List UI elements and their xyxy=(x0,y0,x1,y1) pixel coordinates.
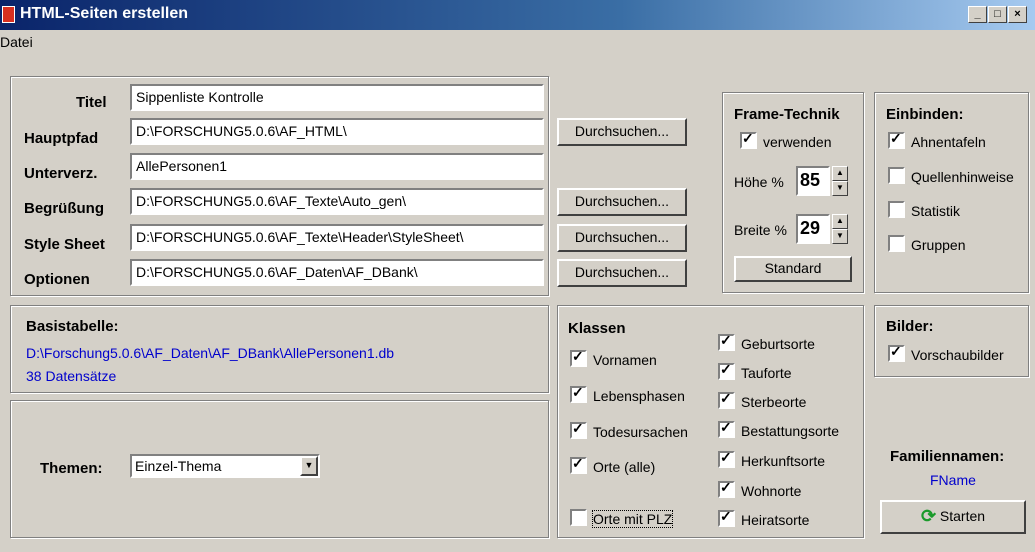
quellenhinweise-checkbox[interactable]: Quellenhinweise xyxy=(888,167,1014,185)
hauptpfad-input[interactable]: D:\FORSCHUNG5.0.6\AF_HTML\ xyxy=(130,118,544,145)
wohnorte-checkbox[interactable]: Wohnorte xyxy=(718,479,801,499)
begruessung-browse-button[interactable]: Durchsuchen... xyxy=(557,188,687,216)
begruessung-label: Begrüßung xyxy=(24,200,104,217)
geburtsorte-checkbox[interactable]: Geburtsorte xyxy=(718,332,815,352)
vorschaubilder-checkbox[interactable]: Vorschaubilder xyxy=(888,343,1004,363)
stylesheet-input[interactable]: D:\FORSCHUNG5.0.6\AF_Texte\Header\StyleS… xyxy=(130,224,544,251)
minimize-button[interactable]: _ xyxy=(968,6,987,23)
title-bar: HTML-Seiten erstellen _ □ × xyxy=(0,0,1035,30)
titel-input[interactable]: Sippenliste Kontrolle xyxy=(130,84,544,111)
optionen-browse-button[interactable]: Durchsuchen... xyxy=(557,259,687,287)
breite-label: Breite % xyxy=(734,222,787,238)
menu-bar: Datei xyxy=(0,30,1035,54)
bilder-title: Bilder: xyxy=(886,318,934,335)
menu-file[interactable]: Datei xyxy=(0,34,33,50)
einbinden-title: Einbinden: xyxy=(886,106,964,123)
tauforte-checkbox[interactable]: Tauforte xyxy=(718,361,792,381)
hauptpfad-browse-button[interactable]: Durchsuchen... xyxy=(557,118,687,146)
hoehe-spin-buttons[interactable]: ▲ ▼ xyxy=(832,166,848,196)
optionen-label: Optionen xyxy=(24,271,90,288)
unterverz-input[interactable]: AllePersonen1 xyxy=(130,153,544,180)
bilder-panel xyxy=(874,305,1029,377)
hoehe-label: Höhe % xyxy=(734,174,784,190)
standard-button[interactable]: Standard xyxy=(734,256,852,282)
lebensphasen-checkbox[interactable]: Lebensphasen xyxy=(570,384,685,404)
gruppen-checkbox[interactable]: Gruppen xyxy=(888,235,965,253)
breite-spin-buttons[interactable]: ▲ ▼ xyxy=(832,214,848,244)
maximize-button[interactable]: □ xyxy=(988,6,1007,23)
breite-spinbox[interactable]: 29 xyxy=(796,214,830,244)
spin-down-icon[interactable]: ▼ xyxy=(832,229,848,244)
begruessung-input[interactable]: D:\FORSCHUNG5.0.6\AF_Texte\Auto_gen\ xyxy=(130,188,544,215)
themen-label: Themen: xyxy=(40,460,103,477)
window-title: HTML-Seiten erstellen xyxy=(20,5,189,22)
themen-select[interactable]: Einzel-Thema ▼ xyxy=(130,454,320,478)
unterverz-label: Unterverz. xyxy=(24,165,98,182)
hauptpfad-label: Hauptpfad xyxy=(24,130,99,147)
basistabelle-title: Basistabelle: xyxy=(26,318,119,335)
frame-title: Frame-Technik xyxy=(734,106,840,123)
orte-alle-checkbox[interactable]: Orte (alle) xyxy=(570,455,655,475)
klassen-title: Klassen xyxy=(568,320,626,337)
hoehe-spinbox[interactable]: 85 xyxy=(796,166,830,196)
ahnentafeln-checkbox[interactable]: Ahnentafeln xyxy=(888,130,986,150)
vornamen-checkbox[interactable]: Vornamen xyxy=(570,348,657,368)
refresh-icon: ⟳ xyxy=(920,506,937,526)
bestattungsorte-checkbox[interactable]: Bestattungsorte xyxy=(718,419,839,439)
stylesheet-browse-button[interactable]: Durchsuchen... xyxy=(557,224,687,252)
spin-down-icon[interactable]: ▼ xyxy=(832,181,848,196)
stylesheet-label: Style Sheet xyxy=(24,236,105,253)
close-button[interactable]: × xyxy=(1008,6,1027,23)
familiennamen-value: FName xyxy=(930,472,976,488)
spin-up-icon[interactable]: ▲ xyxy=(832,214,848,229)
chevron-down-icon[interactable]: ▼ xyxy=(300,456,318,476)
sterbeorte-checkbox[interactable]: Sterbeorte xyxy=(718,390,806,410)
todesursachen-checkbox[interactable]: Todesursachen xyxy=(570,420,688,440)
statistik-checkbox[interactable]: Statistik xyxy=(888,201,960,219)
orte-mit-plz-checkbox[interactable]: Orte mit PLZ xyxy=(570,509,674,528)
basistabelle-count: 38 Datensätze xyxy=(26,368,117,384)
app-icon xyxy=(2,6,15,23)
spin-up-icon[interactable]: ▲ xyxy=(832,166,848,181)
starten-button[interactable]: ⟳ Starten xyxy=(880,500,1026,534)
basistabelle-path: D:\Forschung5.0.6\AF_Daten\AF_DBank\Alle… xyxy=(26,345,395,361)
heiratsorte-checkbox[interactable]: Heiratsorte xyxy=(718,508,809,528)
frame-use-checkbox[interactable]: verwenden xyxy=(740,130,832,150)
familiennamen-label: Familiennamen: xyxy=(890,448,1005,465)
herkunftsorte-checkbox[interactable]: Herkunftsorte xyxy=(718,449,825,469)
checkbox-box[interactable] xyxy=(740,130,757,149)
titel-label: Titel xyxy=(76,94,107,111)
optionen-input[interactable]: D:\FORSCHUNG5.0.6\AF_Daten\AF_DBank\ xyxy=(130,259,544,286)
